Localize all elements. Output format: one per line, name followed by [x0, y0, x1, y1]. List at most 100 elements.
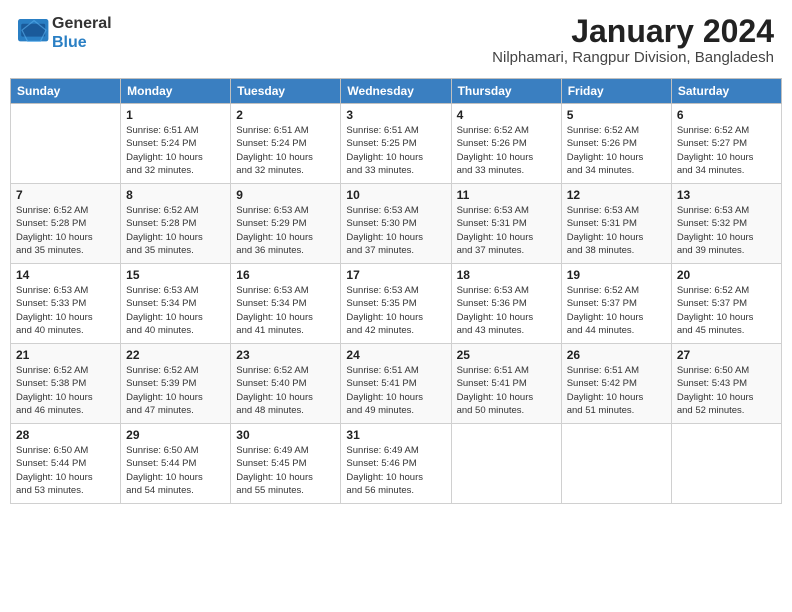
calendar-cell: 31Sunrise: 6:49 AM Sunset: 5:46 PM Dayli… [341, 424, 451, 504]
calendar-header-tuesday: Tuesday [231, 79, 341, 104]
day-number: 29 [126, 428, 225, 442]
day-number: 3 [346, 108, 445, 122]
day-detail: Sunrise: 6:53 AM Sunset: 5:32 PM Dayligh… [677, 204, 776, 257]
calendar-week-4: 21 Sunrise: 6:52 AM Sunset: 5:38 PM Dayli… [11, 344, 782, 424]
day-number: 9 [236, 188, 335, 202]
calendar-cell: 3 Sunrise: 6:51 AM Sunset: 5:25 PM Daylig… [341, 104, 451, 184]
day-detail: Sunrise: 6:53 AM Sunset: 5:29 PM Dayligh… [236, 204, 335, 257]
calendar-cell: 29 Sunrise: 6:50 AM Sunset: 5:44 PM Dayli… [121, 424, 231, 504]
calendar-cell: 14Sunrise: 6:53 AM Sunset: 5:33 PM Dayli… [11, 264, 121, 344]
calendar-header-sunday: Sunday [11, 79, 121, 104]
day-detail: Sunrise: 6:52 AM Sunset: 5:26 PM Dayligh… [457, 124, 556, 177]
day-number: 24 [346, 348, 445, 362]
calendar-cell: 8 Sunrise: 6:52 AM Sunset: 5:28 PM Daylig… [121, 184, 231, 264]
calendar-title: January 2024 [492, 14, 774, 49]
day-number: 30 [236, 428, 335, 442]
day-detail: Sunrise: 6:53 AM Sunset: 5:34 PM Dayligh… [126, 284, 225, 337]
day-number: 4 [457, 108, 556, 122]
day-number: 21 [16, 348, 115, 362]
day-detail: Sunrise: 6:52 AM Sunset: 5:28 PM Dayligh… [16, 204, 115, 257]
calendar-header-thursday: Thursday [451, 79, 561, 104]
title-block: January 2024 Nilphamari, Rangpur Divisio… [492, 14, 774, 66]
calendar-cell [561, 424, 671, 504]
day-detail: Sunrise: 6:50 AM Sunset: 5:44 PM Dayligh… [16, 444, 115, 497]
day-number: 18 [457, 268, 556, 282]
calendar-cell: 27 Sunrise: 6:50 AM Sunset: 5:43 PM Dayli… [671, 344, 781, 424]
calendar-cell: 1 Sunrise: 6:51 AM Sunset: 5:24 PM Daylig… [121, 104, 231, 184]
day-detail: Sunrise: 6:52 AM Sunset: 5:39 PM Dayligh… [126, 364, 225, 417]
day-detail: Sunrise: 6:50 AM Sunset: 5:43 PM Dayligh… [677, 364, 776, 417]
day-number: 11 [457, 188, 556, 202]
day-detail: Sunrise: 6:52 AM Sunset: 5:37 PM Dayligh… [677, 284, 776, 337]
day-detail: Sunrise: 6:52 AM Sunset: 5:26 PM Dayligh… [567, 124, 666, 177]
calendar-cell: 5 Sunrise: 6:52 AM Sunset: 5:26 PM Daylig… [561, 104, 671, 184]
day-number: 5 [567, 108, 666, 122]
calendar-cell: 28 Sunrise: 6:50 AM Sunset: 5:44 PM Dayli… [11, 424, 121, 504]
day-detail: Sunrise: 6:52 AM Sunset: 5:27 PM Dayligh… [677, 124, 776, 177]
calendar-cell: 11 Sunrise: 6:53 AM Sunset: 5:31 PM Dayli… [451, 184, 561, 264]
day-detail: Sunrise: 6:51 AM Sunset: 5:24 PM Dayligh… [126, 124, 225, 177]
calendar-cell: 7 Sunrise: 6:52 AM Sunset: 5:28 PM Daylig… [11, 184, 121, 264]
calendar-header-friday: Friday [561, 79, 671, 104]
day-detail: Sunrise: 6:51 AM Sunset: 5:41 PM Dayligh… [457, 364, 556, 417]
calendar-subtitle: Nilphamari, Rangpur Division, Bangladesh [492, 49, 774, 66]
calendar-cell: 4 Sunrise: 6:52 AM Sunset: 5:26 PM Daylig… [451, 104, 561, 184]
calendar-cell: 17Sunrise: 6:53 AM Sunset: 5:35 PM Dayli… [341, 264, 451, 344]
day-detail: Sunrise: 6:51 AM Sunset: 5:41 PM Dayligh… [346, 364, 445, 417]
calendar-cell: 12 Sunrise: 6:53 AM Sunset: 5:31 PM Dayli… [561, 184, 671, 264]
day-number: 1 [126, 108, 225, 122]
day-detail: Sunrise: 6:52 AM Sunset: 5:37 PM Dayligh… [567, 284, 666, 337]
logo-text: General Blue [52, 14, 112, 52]
day-detail: Sunrise: 6:53 AM Sunset: 5:31 PM Dayligh… [567, 204, 666, 257]
day-number: 28 [16, 428, 115, 442]
calendar-cell: 24 Sunrise: 6:51 AM Sunset: 5:41 PM Dayli… [341, 344, 451, 424]
calendar-cell: 20 Sunrise: 6:52 AM Sunset: 5:37 PM Dayli… [671, 264, 781, 344]
calendar-header-monday: Monday [121, 79, 231, 104]
day-number: 15 [126, 268, 225, 282]
day-detail: Sunrise: 6:53 AM Sunset: 5:36 PM Dayligh… [457, 284, 556, 337]
day-number: 26 [567, 348, 666, 362]
calendar-cell: 25 Sunrise: 6:51 AM Sunset: 5:41 PM Dayli… [451, 344, 561, 424]
calendar-cell [11, 104, 121, 184]
day-detail: Sunrise: 6:53 AM Sunset: 5:30 PM Dayligh… [346, 204, 445, 257]
page-header: General Blue January 2024 Nilphamari, Ra… [10, 10, 782, 70]
day-number: 7 [16, 188, 115, 202]
calendar-week-1: 1 Sunrise: 6:51 AM Sunset: 5:24 PM Daylig… [11, 104, 782, 184]
calendar-cell: 13 Sunrise: 6:53 AM Sunset: 5:32 PM Dayli… [671, 184, 781, 264]
calendar-cell: 30 Sunrise: 6:49 AM Sunset: 5:45 PM Dayli… [231, 424, 341, 504]
day-number: 13 [677, 188, 776, 202]
day-detail: Sunrise: 6:49 AM Sunset: 5:45 PM Dayligh… [236, 444, 335, 497]
day-detail: Sunrise: 6:51 AM Sunset: 5:25 PM Dayligh… [346, 124, 445, 177]
day-number: 17 [346, 268, 445, 282]
day-number: 14 [16, 268, 115, 282]
calendar-cell: 22 Sunrise: 6:52 AM Sunset: 5:39 PM Dayli… [121, 344, 231, 424]
day-detail: Sunrise: 6:49 AM Sunset: 5:46 PM Dayligh… [346, 444, 445, 497]
day-number: 23 [236, 348, 335, 362]
calendar-header-row: SundayMondayTuesdayWednesdayThursdayFrid… [11, 79, 782, 104]
calendar-cell: 2Sunrise: 6:51 AM Sunset: 5:24 PM Daylig… [231, 104, 341, 184]
day-number: 19 [567, 268, 666, 282]
day-detail: Sunrise: 6:52 AM Sunset: 5:28 PM Dayligh… [126, 204, 225, 257]
logo: General Blue [18, 14, 112, 52]
day-detail: Sunrise: 6:52 AM Sunset: 5:38 PM Dayligh… [16, 364, 115, 417]
day-number: 16 [236, 268, 335, 282]
calendar-cell: 21 Sunrise: 6:52 AM Sunset: 5:38 PM Dayli… [11, 344, 121, 424]
calendar-body: 1 Sunrise: 6:51 AM Sunset: 5:24 PM Daylig… [11, 104, 782, 504]
day-number: 6 [677, 108, 776, 122]
day-number: 8 [126, 188, 225, 202]
calendar-cell: 10Sunrise: 6:53 AM Sunset: 5:30 PM Dayli… [341, 184, 451, 264]
calendar-cell: 18 Sunrise: 6:53 AM Sunset: 5:36 PM Dayli… [451, 264, 561, 344]
day-number: 22 [126, 348, 225, 362]
calendar-cell: 6 Sunrise: 6:52 AM Sunset: 5:27 PM Daylig… [671, 104, 781, 184]
day-number: 27 [677, 348, 776, 362]
calendar-header-saturday: Saturday [671, 79, 781, 104]
calendar-cell: 16Sunrise: 6:53 AM Sunset: 5:34 PM Dayli… [231, 264, 341, 344]
day-detail: Sunrise: 6:53 AM Sunset: 5:31 PM Dayligh… [457, 204, 556, 257]
calendar-cell [451, 424, 561, 504]
calendar-cell: 19 Sunrise: 6:52 AM Sunset: 5:37 PM Dayli… [561, 264, 671, 344]
day-number: 25 [457, 348, 556, 362]
day-detail: Sunrise: 6:50 AM Sunset: 5:44 PM Dayligh… [126, 444, 225, 497]
day-number: 20 [677, 268, 776, 282]
calendar-cell: 9 Sunrise: 6:53 AM Sunset: 5:29 PM Daylig… [231, 184, 341, 264]
day-number: 12 [567, 188, 666, 202]
